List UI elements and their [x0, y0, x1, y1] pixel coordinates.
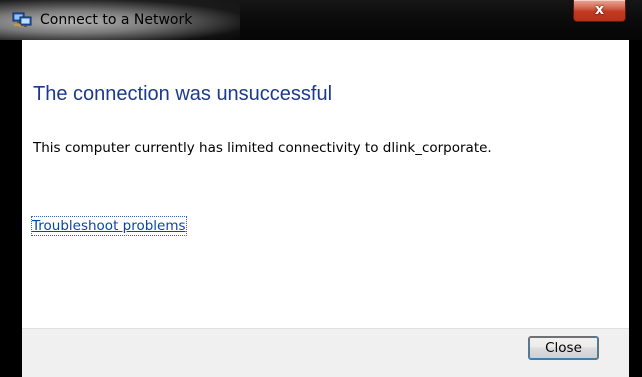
network-icon — [12, 11, 32, 29]
close-button[interactable]: Close — [528, 336, 599, 360]
dialog-heading: The connection was unsuccessful — [33, 83, 333, 105]
window-close-button[interactable]: x — [573, 0, 626, 22]
dialog-footer: Close — [22, 328, 629, 377]
dialog-message: This computer currently has limited conn… — [33, 140, 492, 156]
window-border-right — [629, 40, 642, 377]
troubleshoot-problems-link[interactable]: Troubleshoot problems — [31, 216, 187, 236]
close-icon: x — [594, 2, 605, 18]
window-title: Connect to a Network — [40, 12, 193, 28]
dialog-window: Connect to a Network x The connection wa… — [0, 0, 642, 377]
dialog-content: The connection was unsuccessful This com… — [22, 40, 629, 328]
title-bar[interactable]: Connect to a Network x — [0, 0, 642, 40]
